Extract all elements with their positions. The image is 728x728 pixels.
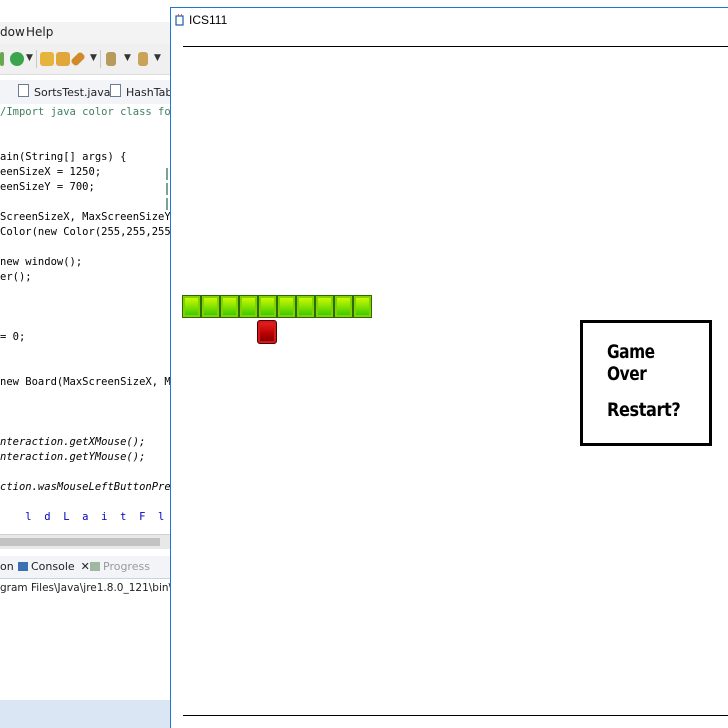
tab-console[interactable]: Console ✕ bbox=[18, 560, 90, 573]
game-over-dialog[interactable]: Game Over Restart? bbox=[580, 320, 712, 446]
snake-segment bbox=[220, 295, 239, 318]
comment-marker bbox=[166, 168, 168, 180]
tab-label: Console bbox=[31, 560, 75, 573]
java-file-icon bbox=[110, 84, 121, 97]
editor-tabs: SortsTest.java HashTableT bbox=[0, 80, 172, 105]
chevron-down-icon[interactable]: ▼ bbox=[90, 53, 97, 63]
restart-button[interactable]: Restart? bbox=[607, 399, 681, 421]
comment-marker bbox=[166, 183, 168, 195]
scrollbar-thumb[interactable] bbox=[0, 538, 160, 546]
snake-segment bbox=[277, 295, 296, 318]
ide-menubar: dow Help bbox=[0, 22, 172, 44]
console-icon bbox=[18, 562, 28, 571]
code-line: ction.wasMouseLeftButtonPressed() bbox=[0, 481, 172, 493]
code-line: l d L a i t F l e t bbox=[25, 511, 165, 523]
window-titlebar[interactable]: ICS111 bbox=[171, 7, 728, 32]
code-line: new window(); bbox=[0, 256, 83, 268]
open-folder-icon[interactable] bbox=[56, 52, 70, 66]
code-line: /Import java color class for the bbox=[0, 106, 172, 118]
tab-label: on bbox=[0, 560, 14, 573]
game-over-label: Game Over bbox=[607, 341, 655, 385]
code-line: ain(String[] args) { bbox=[0, 151, 127, 163]
ide-status-bar bbox=[0, 700, 172, 728]
tab-declaration[interactable]: on bbox=[0, 560, 14, 573]
code-line: ScreenSizeX, MaxScreenSizeY); bbox=[0, 211, 172, 223]
snake-segment bbox=[315, 295, 334, 318]
snake-segment bbox=[239, 295, 258, 318]
snake-segment bbox=[296, 295, 315, 318]
navigate-icon[interactable] bbox=[138, 52, 148, 66]
ide-toolbar: ▼ ▼ ▼ ▼ bbox=[0, 44, 172, 75]
console-tabs: on Console ✕ Progress bbox=[0, 556, 172, 579]
code-line: nteraction.getYMouse(); bbox=[0, 451, 146, 463]
board-top-border bbox=[183, 46, 728, 47]
code-editor[interactable]: /Import java color class for the ain(Stri… bbox=[0, 104, 172, 534]
snake-segment bbox=[258, 295, 277, 318]
java-file-icon bbox=[18, 84, 29, 97]
toolbar-separator bbox=[100, 50, 101, 68]
tab-label: Progress bbox=[103, 560, 150, 573]
snake-segment bbox=[334, 295, 353, 318]
board-bottom-border bbox=[183, 715, 728, 716]
menu-window[interactable]: dow bbox=[0, 25, 25, 39]
run-icon[interactable] bbox=[0, 52, 4, 66]
snake-segment bbox=[353, 295, 372, 318]
code-line: eenSizeX = 1250; bbox=[0, 166, 102, 178]
tab-label: HashTableT bbox=[126, 86, 172, 99]
open-package-icon[interactable] bbox=[40, 52, 54, 66]
food-apple bbox=[257, 320, 277, 344]
pen-icon[interactable] bbox=[70, 51, 86, 67]
code-line: nteraction.getXMouse(); bbox=[0, 436, 146, 448]
console-process-path: gram Files\Java\jre1.8.0_121\bin\javaw.e… bbox=[0, 582, 172, 594]
window-title: ICS111 bbox=[189, 13, 228, 27]
chevron-down-icon[interactable]: ▼ bbox=[26, 53, 33, 63]
snake-segment bbox=[201, 295, 220, 318]
menu-help[interactable]: Help bbox=[26, 25, 53, 39]
toolbar-separator bbox=[36, 50, 37, 68]
code-line: new Board(MaxScreenSizeX, MaxScre bbox=[0, 376, 172, 388]
progress-icon bbox=[90, 562, 100, 571]
comment-marker bbox=[166, 198, 168, 210]
tab-progress[interactable]: Progress bbox=[90, 560, 150, 573]
snake-segment bbox=[182, 295, 201, 318]
editor-horizontal-scrollbar[interactable] bbox=[0, 534, 172, 549]
chevron-down-icon[interactable]: ▼ bbox=[124, 53, 131, 63]
tab-hashtable[interactable]: HashTableT bbox=[110, 84, 172, 102]
code-line: = 0; bbox=[0, 331, 26, 343]
coverage-icon[interactable] bbox=[10, 52, 24, 66]
annotation-icon[interactable] bbox=[106, 52, 116, 66]
code-line: er(); bbox=[0, 271, 32, 283]
chevron-down-icon[interactable]: ▼ bbox=[154, 53, 161, 63]
game-window: ICS111 Game Over Restart? bbox=[170, 7, 728, 728]
close-icon[interactable]: ✕ bbox=[81, 560, 90, 573]
java-coffee-icon bbox=[175, 13, 184, 26]
code-line: eenSizeY = 700; bbox=[0, 181, 95, 193]
tab-sortstest[interactable]: SortsTest.java bbox=[18, 84, 110, 102]
eclipse-ide-window: dow Help ▼ ▼ ▼ ▼ SortsTest.java HashTabl… bbox=[0, 0, 172, 728]
tab-label: SortsTest.java bbox=[34, 86, 111, 99]
code-line: Color(new Color(255,255,255)); bbox=[0, 226, 172, 238]
